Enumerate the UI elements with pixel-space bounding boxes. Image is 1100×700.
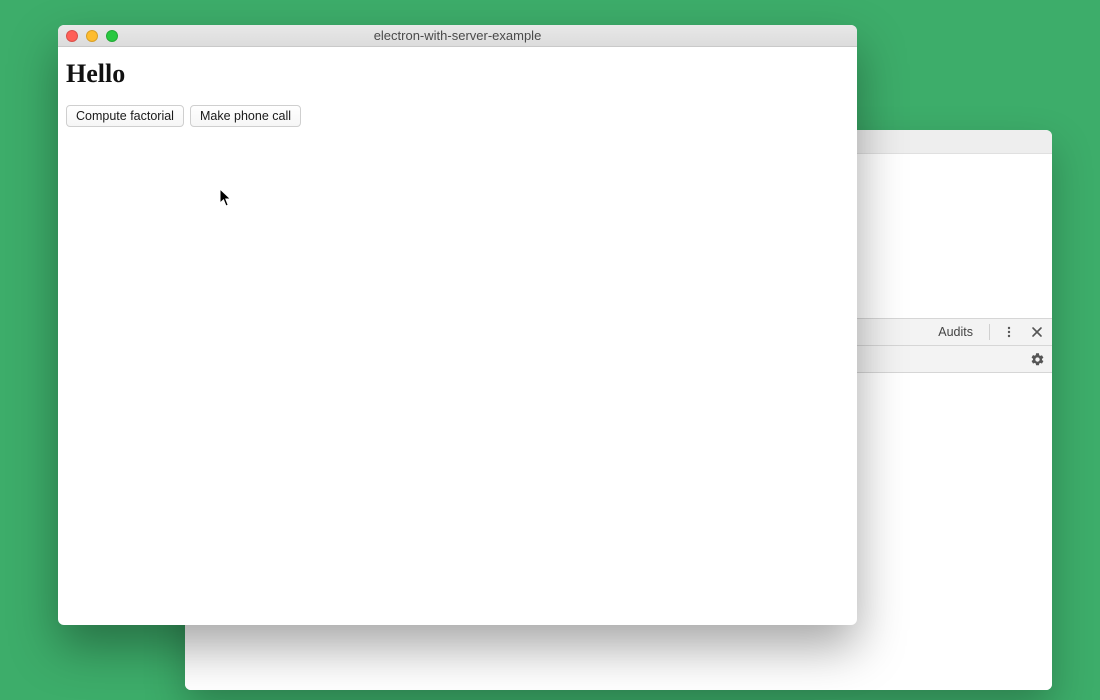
- minimize-window-icon[interactable]: [86, 30, 98, 42]
- devtools-tab-audits[interactable]: Audits: [932, 325, 979, 339]
- window-content: Hello Compute factorial Make phone call: [58, 47, 857, 133]
- close-icon[interactable]: [1028, 323, 1046, 341]
- zoom-window-icon[interactable]: [106, 30, 118, 42]
- gear-icon[interactable]: [1028, 350, 1046, 368]
- titlebar[interactable]: electron-with-server-example: [58, 25, 857, 47]
- window-title: electron-with-server-example: [374, 28, 542, 43]
- make-phone-call-button[interactable]: Make phone call: [190, 105, 301, 127]
- main-window: electron-with-server-example Hello Compu…: [58, 25, 857, 625]
- kebab-menu-icon[interactable]: [1000, 323, 1018, 341]
- page-heading: Hello: [66, 59, 849, 89]
- mouse-cursor-icon: [219, 188, 233, 208]
- button-row: Compute factorial Make phone call: [66, 105, 849, 127]
- separator: [989, 324, 990, 340]
- traffic-lights: [66, 30, 118, 42]
- close-window-icon[interactable]: [66, 30, 78, 42]
- compute-factorial-button[interactable]: Compute factorial: [66, 105, 184, 127]
